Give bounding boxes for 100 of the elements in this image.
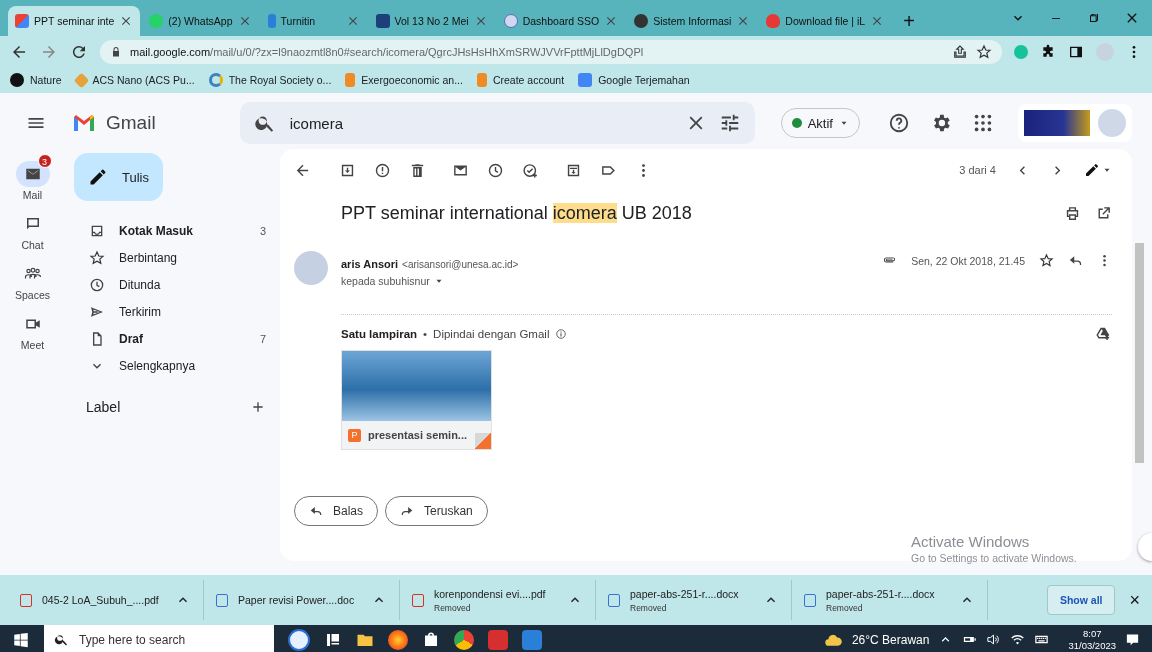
sender-email: <arisansori@unesa.ac.id> — [402, 259, 519, 270]
message-subject: PPT seminar international icomera UB 2018 — [341, 203, 693, 224]
close-button[interactable]: × — [1115, 589, 1144, 611]
snooze-icon[interactable] — [487, 161, 504, 179]
folder-item[interactable]: Terkirim — [65, 298, 266, 325]
download-item[interactable]: paper-abs-251-r....docx Removed — [596, 580, 792, 620]
browser-tab[interactable]: Download file | iL — [759, 6, 892, 36]
folder-item[interactable]: Kotak Masuk 3 — [65, 217, 266, 244]
url-text: mail.google.com/mail/u/0/?zx=l9naozmtl8n0#search/icomera/QgrcJHsHsHhXmSRWJVVrFpttMjLlDgDQPl — [130, 45, 645, 58]
search-field[interactable]: icomera — [239, 102, 755, 144]
info-icon[interactable] — [555, 327, 568, 340]
browser-tab[interactable]: Sistem Informasi — [627, 6, 758, 36]
browser-tab[interactable]: PPT seminar inte — [8, 6, 141, 36]
browser-tab[interactable]: Dashboard SSO — [496, 6, 626, 36]
clock-icon — [89, 276, 105, 293]
activation-notice-text: Go to Settings to activate Windows. — [911, 552, 1077, 564]
bookmark[interactable]: Create account — [476, 73, 565, 87]
file-name: korenpondensi evi....pdf — [434, 587, 547, 600]
folder-item[interactable]: Ditunda — [65, 271, 266, 298]
scrollbar[interactable] — [1135, 243, 1144, 463]
reply-icon — [309, 504, 323, 518]
new-tab-button[interactable]: + — [893, 6, 925, 36]
gmail-wordmark: Gmail — [106, 112, 156, 134]
bookmark[interactable]: ACS Nano (ACS Pu... — [75, 74, 195, 86]
address-bar[interactable]: mail.google.com/mail/u/0/?zx=l9naozmtl8n0#search/icomera/QgrcJHsHsHhXmSRWJVVrFpttMjLlDgDQPl — [100, 39, 1002, 64]
folder-count: 7 — [259, 332, 266, 345]
scan-note: Dipindai dengan Gmail — [433, 327, 550, 340]
site-favicon-icon — [375, 14, 390, 28]
clock[interactable]: 8:07 31/03/2023 — [1068, 627, 1116, 652]
pencil-icon — [88, 167, 108, 187]
download-item[interactable]: paper-abs-251-r....docx Removed — [792, 580, 988, 620]
print-icon[interactable] — [1064, 205, 1081, 222]
save-to-drive-icon[interactable] — [1095, 325, 1112, 342]
star-icon[interactable] — [1039, 253, 1054, 268]
site-favicon-icon — [476, 73, 487, 87]
download-item[interactable]: korenpondensi evi....pdf Removed — [400, 580, 596, 620]
share-icon[interactable] — [952, 43, 968, 60]
folder-item[interactable]: Berbintang — [65, 244, 266, 271]
download-status: Removed — [826, 602, 864, 613]
site-favicon-icon — [766, 14, 781, 28]
folder-item[interactable]: Selengkapnya — [65, 352, 266, 379]
rail-label: Chat — [21, 239, 44, 251]
download-item[interactable]: Paper revisi Power....doc — [204, 580, 400, 620]
weather-text[interactable]: 26°C Berawan — [851, 632, 930, 647]
browser-tab[interactable]: Vol 13 No 2 Mei — [368, 6, 495, 36]
browser-tab[interactable]: Turnitin — [260, 6, 367, 36]
label-heading: Label — [86, 399, 121, 415]
message-date: Sen, 22 Okt 2018, 21.45 — [911, 254, 1025, 267]
bookmark[interactable]: Google Terjemahan — [578, 73, 690, 87]
recipient-toggle[interactable]: kepada subuhisnur — [341, 275, 870, 287]
forward-button[interactable]: Teruskan — [385, 496, 488, 526]
compose-button[interactable]: Tulis — [74, 153, 163, 201]
sender-name: aris Ansori — [341, 258, 399, 270]
store-bag-icon[interactable] — [422, 630, 440, 649]
pencil-icon[interactable] — [1084, 162, 1100, 178]
extensions-icon[interactable] — [1040, 43, 1056, 60]
document-file-icon — [608, 593, 620, 607]
attachment-name: presentasi semin... — [368, 429, 468, 441]
bookmark-star-icon[interactable] — [976, 43, 992, 60]
reply-button[interactable]: Balas — [294, 496, 379, 526]
document-file-icon — [804, 593, 816, 607]
notifications-icon[interactable] — [1125, 632, 1140, 647]
star-icon — [89, 249, 105, 266]
taskbar-search-field[interactable]: Type here to search — [44, 625, 274, 652]
file-name: paper-abs-251-r....docx — [630, 587, 740, 600]
help-icon[interactable] — [888, 112, 910, 134]
apps-grid-icon[interactable] — [972, 112, 994, 134]
bookmark[interactable]: The Royal Society o... — [208, 73, 332, 87]
show-all-button[interactable]: Show all — [1046, 585, 1116, 615]
network-icon[interactable] — [1010, 632, 1026, 647]
site-favicon-icon — [578, 73, 593, 87]
pdf-file-icon — [20, 593, 32, 607]
search-input[interactable]: icomera — [287, 113, 673, 133]
bookmark[interactable]: Nature — [10, 73, 62, 87]
bookmark[interactable]: Exergoeconomic an... — [345, 73, 463, 87]
site-favicon-icon — [345, 73, 356, 87]
file-name: paper-abs-251-r....docx — [826, 587, 936, 600]
file-name: 045-2 LoA_Subuh_....pdf — [42, 594, 160, 606]
forward-icon — [400, 504, 415, 518]
download-item[interactable]: 045-2 LoA_Subuh_....pdf — [8, 580, 204, 620]
browser-tab[interactable]: (2) WhatsApp — [142, 6, 259, 36]
attachment-card[interactable]: P presentasi semin... — [341, 350, 492, 450]
rail-label: Mail — [22, 189, 43, 201]
folder-item[interactable]: Draf 7 — [65, 325, 266, 352]
attachments-heading: Satu lampiran — [341, 327, 418, 340]
download-status: Removed — [630, 602, 668, 613]
tab-title: Turnitin — [280, 15, 317, 27]
speaker-icon[interactable] — [986, 632, 1002, 647]
add-task-icon[interactable] — [522, 161, 539, 179]
add-label-icon[interactable] — [250, 399, 266, 415]
side-panel-toggle[interactable] — [1138, 533, 1152, 561]
pager-text: 3 dari 4 — [959, 164, 996, 176]
account-chip[interactable] — [1018, 104, 1132, 142]
delete-icon[interactable] — [409, 161, 426, 179]
separator-dot: • — [423, 327, 428, 340]
windows-start-icon[interactable] — [12, 630, 30, 649]
download-status: Removed — [434, 602, 472, 613]
report-icon[interactable] — [374, 161, 391, 179]
rail-icon-pill[interactable] — [15, 161, 50, 187]
rail-label: Meet — [20, 339, 45, 351]
